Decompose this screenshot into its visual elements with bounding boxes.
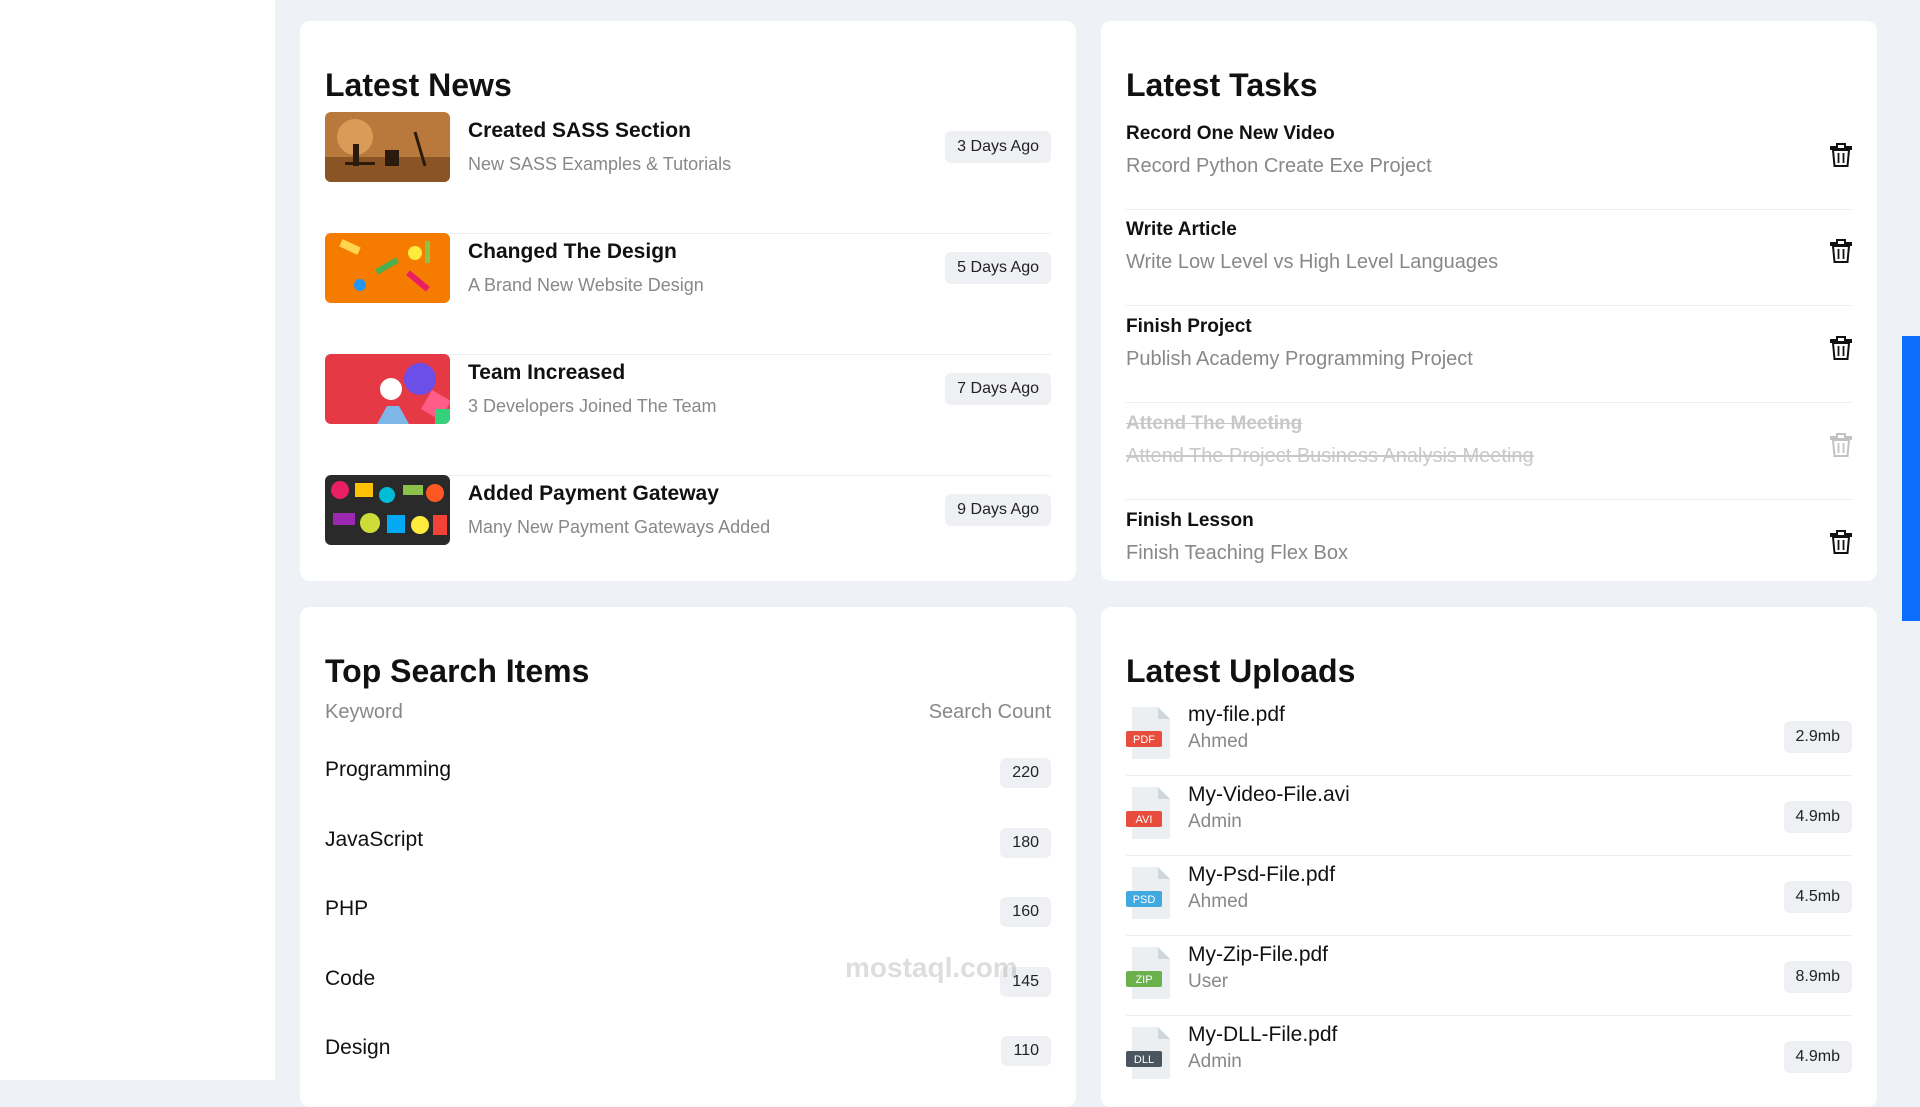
latest-uploads-panel: Latest Uploads PDF my-file.pdf Ahmed 2.9… — [1101, 607, 1877, 1107]
file-uploader: Ahmed — [1188, 891, 1249, 912]
news-item[interactable]: Changed The Design A Brand New Website D… — [325, 233, 1051, 355]
psd-file-icon: PSD — [1126, 867, 1170, 919]
task-title: Write Article — [1126, 219, 1237, 240]
latest-news-title: Latest News — [325, 67, 512, 103]
top-search-panel: Top Search Items Keyword Search Count Pr… — [300, 607, 1076, 1107]
task-item: Record One New Video Record Python Creat… — [1126, 113, 1852, 210]
file-type-label: PSD — [1133, 894, 1156, 906]
task-item: Finish Project Publish Academy Programmi… — [1126, 306, 1852, 403]
file-uploader: Admin — [1188, 1051, 1242, 1072]
news-title: Changed The Design — [468, 240, 677, 263]
zip-file-icon: ZIP — [1126, 947, 1170, 999]
file-size-badge: 4.9mb — [1783, 801, 1852, 833]
file-type-label: PDF — [1133, 734, 1155, 746]
news-subtitle: New SASS Examples & Tutorials — [468, 154, 732, 174]
file-uploader: Admin — [1188, 811, 1242, 832]
trash-icon[interactable] — [1830, 143, 1852, 167]
search-row: Design 110 — [325, 1030, 1051, 1070]
task-title: Finish Project — [1126, 316, 1252, 337]
pdf-file-icon: PDF — [1126, 707, 1170, 759]
file-size-badge: 8.9mb — [1783, 961, 1852, 993]
news-age-badge: 7 Days Ago — [945, 373, 1051, 405]
search-row: PHP 160 — [325, 891, 1051, 931]
file-uploader: User — [1188, 971, 1229, 992]
search-keyword: PHP — [325, 897, 369, 920]
task-subtitle: Finish Teaching Flex Box — [1126, 542, 1348, 564]
upload-item[interactable]: ZIP My-Zip-File.pdf User 8.9mb — [1126, 935, 1852, 1016]
news-thumbnail — [325, 233, 450, 303]
upload-item[interactable]: PDF my-file.pdf Ahmed 2.9mb — [1126, 695, 1852, 776]
search-keyword: JavaScript — [325, 828, 424, 851]
file-type-label: AVI — [1136, 814, 1153, 826]
upload-item[interactable]: PSD My-Psd-File.pdf Ahmed 4.5mb — [1126, 855, 1852, 936]
news-thumbnail — [325, 354, 450, 424]
task-title: Finish Lesson — [1126, 510, 1254, 531]
upload-item[interactable]: DLL My-DLL-File.pdf Admin 4.9mb — [1126, 1015, 1852, 1095]
search-row: JavaScript 180 — [325, 822, 1051, 862]
task-item: Write Article Write Low Level vs High Le… — [1126, 209, 1852, 306]
search-keyword: Design — [325, 1036, 391, 1059]
task-subtitle: Attend The Project Business Analysis Mee… — [1126, 445, 1534, 467]
news-title: Team Increased — [468, 361, 626, 384]
news-thumbnail — [325, 112, 450, 182]
task-title: Attend The Meeting — [1126, 413, 1303, 434]
news-subtitle: 3 Developers Joined The Team — [468, 396, 717, 416]
task-subtitle: Publish Academy Programming Project — [1126, 348, 1473, 370]
trash-icon[interactable] — [1830, 433, 1852, 457]
search-count-column-header: Search Count — [928, 701, 1051, 723]
file-name: My-Video-File.avi — [1188, 783, 1350, 806]
page-scrollbar[interactable] — [1902, 0, 1920, 1080]
search-count-badge: 220 — [1000, 758, 1051, 788]
trash-icon[interactable] — [1830, 530, 1852, 554]
task-subtitle: Write Low Level vs High Level Languages — [1126, 251, 1499, 273]
sidebar — [0, 0, 275, 1080]
keyword-column-header: Keyword — [325, 701, 403, 723]
file-name: My-Psd-File.pdf — [1188, 863, 1336, 886]
news-title: Added Payment Gateway — [468, 482, 719, 505]
news-age-badge: 9 Days Ago — [945, 494, 1051, 526]
trash-icon[interactable] — [1830, 239, 1852, 263]
file-name: My-Zip-File.pdf — [1188, 943, 1329, 966]
news-item[interactable]: Created SASS Section New SASS Examples &… — [325, 112, 1051, 234]
news-item[interactable]: Team Increased 3 Developers Joined The T… — [325, 354, 1051, 476]
file-type-label: DLL — [1134, 1054, 1154, 1066]
search-count-badge: 110 — [1001, 1036, 1051, 1066]
task-title: Record One New Video — [1126, 123, 1335, 144]
news-subtitle: A Brand New Website Design — [468, 275, 704, 295]
file-size-badge: 4.5mb — [1783, 881, 1852, 913]
news-age-badge: 5 Days Ago — [945, 252, 1051, 284]
file-name: my-file.pdf — [1188, 703, 1285, 726]
file-uploader: Ahmed — [1188, 731, 1249, 752]
file-type-label: ZIP — [1135, 974, 1152, 986]
news-thumbnail — [325, 475, 450, 545]
scrollbar-thumb[interactable] — [1902, 336, 1920, 621]
file-name: My-DLL-File.pdf — [1188, 1023, 1338, 1046]
latest-news-panel: Latest News Created SASS Section New SAS… — [300, 21, 1076, 581]
latest-tasks-panel: Latest Tasks Record One New Video Record… — [1101, 21, 1877, 581]
task-item: Finish Lesson Finish Teaching Flex Box — [1126, 500, 1852, 581]
search-count-badge: 160 — [1000, 897, 1051, 927]
watermark: mostaql.com — [845, 952, 1018, 983]
latest-tasks-title: Latest Tasks — [1126, 67, 1318, 103]
task-subtitle: Record Python Create Exe Project — [1126, 155, 1432, 177]
news-title: Created SASS Section — [468, 119, 691, 142]
dll-file-icon: DLL — [1126, 1027, 1170, 1079]
avi-file-icon: AVI — [1126, 787, 1170, 839]
file-size-badge: 4.9mb — [1783, 1041, 1852, 1073]
search-count-badge: 180 — [1000, 828, 1051, 858]
trash-icon[interactable] — [1830, 336, 1852, 360]
task-item-done: Attend The Meeting Attend The Project Bu… — [1126, 403, 1852, 500]
upload-item[interactable]: AVI My-Video-File.avi Admin 4.9mb — [1126, 775, 1852, 856]
news-subtitle: Many New Payment Gateways Added — [468, 517, 771, 537]
latest-uploads-title: Latest Uploads — [1126, 653, 1356, 689]
news-age-badge: 3 Days Ago — [945, 131, 1051, 163]
top-search-title: Top Search Items — [325, 653, 590, 689]
news-item[interactable]: Added Payment Gateway Many New Payment G… — [325, 475, 1051, 581]
file-size-badge: 2.9mb — [1783, 721, 1852, 753]
search-keyword: Programming — [325, 758, 452, 781]
search-keyword: Code — [325, 967, 376, 990]
search-row: Programming 220 — [325, 752, 1051, 792]
